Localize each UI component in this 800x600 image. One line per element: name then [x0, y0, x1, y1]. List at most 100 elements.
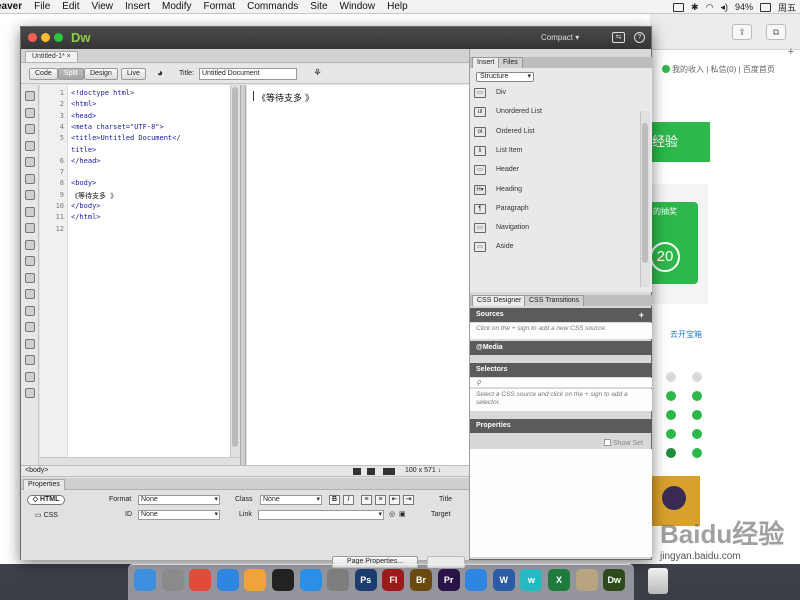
css-mode-button[interactable]: ▭ CSS [35, 511, 58, 519]
code-line[interactable]: <body> [71, 179, 96, 187]
tab-css-designer[interactable]: CSS Designer [472, 295, 527, 306]
photos-icon[interactable] [244, 569, 267, 591]
new-tab-icon[interactable]: + [788, 46, 794, 58]
menu-modify[interactable]: Modify [156, 1, 197, 12]
indent-button[interactable]: ⇥ [403, 495, 414, 505]
insert-item-paragraph[interactable]: ¶ Paragraph [474, 202, 634, 218]
menu-eaver[interactable]: eaver [0, 1, 28, 12]
code-line[interactable]: <!doctype html> [71, 89, 134, 97]
syntax-coloring-icon[interactable] [25, 239, 35, 250]
app-w-icon[interactable]: w [520, 569, 543, 591]
word-icon[interactable]: W [492, 569, 515, 591]
split-divider[interactable] [240, 85, 246, 465]
code-view-button[interactable]: Code [29, 68, 58, 80]
ordered-list-button[interactable]: ≡ [375, 495, 386, 505]
outdent-code-icon[interactable] [25, 322, 35, 332]
chrome-icon[interactable] [189, 569, 212, 591]
insert-item-header[interactable]: ▭ Header [474, 163, 634, 179]
properties-header-css[interactable]: Properties [470, 419, 652, 433]
point-to-file-icon[interactable]: ◎ [389, 510, 395, 518]
menu-format[interactable]: Format [197, 1, 241, 12]
calendar-day[interactable] [666, 410, 676, 420]
window-size[interactable]: 100 x 571 ↓ [405, 467, 441, 474]
comment-icon[interactable] [25, 355, 35, 365]
properties-tab[interactable]: Properties [23, 479, 65, 490]
title-input[interactable]: Untitled Document [199, 68, 297, 80]
class-select[interactable]: None [260, 495, 322, 505]
collapse-full-tag-icon[interactable] [25, 124, 35, 134]
menu-window[interactable]: Window [334, 1, 382, 12]
calendar-day[interactable] [666, 448, 676, 458]
insert-item-ordered-list[interactable]: ol Ordered List [474, 125, 634, 141]
insert-item-navigation[interactable]: ▭ Navigation [474, 221, 634, 237]
mobile-size-icon[interactable] [353, 468, 361, 475]
code-line[interactable]: <head> [71, 112, 96, 120]
collapse-selection-icon[interactable] [25, 140, 35, 151]
insert-item-heading[interactable]: H▾ Heading [474, 183, 634, 199]
menu-site[interactable]: Site [304, 1, 333, 12]
sources-header[interactable]: Sources + [470, 308, 652, 322]
selectors-header[interactable]: Selectors [470, 363, 652, 377]
browse-folder-icon[interactable]: ▣ [399, 510, 406, 518]
launchpad-icon[interactable] [161, 569, 184, 591]
bridge-icon[interactable]: Br [410, 569, 432, 591]
html-mode-button[interactable]: ◇ HTML [27, 495, 65, 505]
code-line[interactable]: <meta charset="UTF-8"> [71, 123, 164, 131]
code-line[interactable]: title> [71, 146, 96, 154]
browser-icon[interactable] [465, 569, 488, 591]
italic-button[interactable]: I [343, 495, 354, 505]
bold-button[interactable]: B [329, 495, 340, 505]
select-parent-tag-icon[interactable] [25, 173, 35, 184]
code-scrollbar[interactable] [230, 85, 240, 457]
photoshop-icon[interactable]: Ps [354, 569, 377, 591]
code-h-scrollbar[interactable] [40, 457, 240, 465]
format-source-icon[interactable] [25, 338, 35, 349]
display-icon[interactable] [673, 2, 685, 12]
premiere-icon[interactable]: Pr [437, 569, 460, 591]
top-links[interactable]: 我的收入 | 私信(0) | 百度首页 [662, 64, 775, 75]
tab-css-transitions[interactable]: CSS Transitions [524, 295, 585, 306]
menu-file[interactable]: File [28, 1, 56, 12]
close-button[interactable] [28, 33, 37, 42]
qq-icon[interactable] [272, 569, 294, 591]
highlight-invalid-icon[interactable] [25, 223, 35, 233]
calendar-day[interactable] [692, 372, 702, 382]
live-view-button[interactable]: Live [121, 68, 146, 80]
wifi-icon[interactable]: ◠ [706, 2, 714, 13]
show-set-checkbox[interactable] [604, 439, 611, 446]
code-line[interactable]: 《等待支多 》 [71, 191, 117, 201]
new-window-icon[interactable]: ⧉ [766, 24, 786, 40]
menu-view[interactable]: View [86, 1, 120, 12]
lottery-box[interactable]: 的抽奖 20 [650, 202, 698, 284]
code-line[interactable]: <html> [71, 100, 96, 108]
document-tab[interactable]: Untitled-1* × [25, 51, 78, 62]
calendar-day[interactable] [692, 410, 702, 420]
calendar-day[interactable] [692, 448, 702, 458]
trash-icon[interactable] [648, 568, 668, 594]
share-icon[interactable]: ⇪ [732, 24, 752, 40]
format-select[interactable]: None [138, 495, 220, 505]
live-view[interactable]: 《等待支多 》 [247, 85, 469, 465]
link-input[interactable] [258, 510, 384, 520]
menu-help[interactable]: Help [381, 1, 414, 12]
insert-item-aside[interactable]: ▭ Aside [474, 240, 634, 256]
minimize-button[interactable] [41, 33, 50, 42]
live-inspect-icon[interactable]: ◕ [157, 68, 163, 79]
calendar-day[interactable] [666, 391, 676, 401]
bluetooth-icon[interactable]: ✱ [691, 2, 699, 13]
workspace-switcher[interactable]: Compact ▾ [541, 33, 579, 42]
tab-files[interactable]: Files [498, 57, 523, 68]
add-source-icon[interactable]: + [639, 308, 644, 322]
line-numbers-icon[interactable] [25, 206, 35, 217]
media-header[interactable]: @Media [470, 341, 652, 355]
calendar-link[interactable]: 去开宝箱 [670, 329, 702, 340]
insert-item-unordered-list[interactable]: ul Unordered List [474, 105, 634, 121]
code-line[interactable]: </html> [71, 213, 101, 221]
finder-icon[interactable] [134, 569, 156, 591]
top-links-text[interactable]: 我的收入 | 私信(0) | 百度首页 [672, 65, 775, 74]
tab-insert[interactable]: Insert [472, 57, 500, 68]
insert-scroll-thumb[interactable] [642, 123, 648, 263]
insert-item-list-item[interactable]: li List Item [474, 144, 634, 160]
calendar-day[interactable] [692, 391, 702, 401]
selector-filter[interactable]: ⚲ [470, 378, 652, 388]
